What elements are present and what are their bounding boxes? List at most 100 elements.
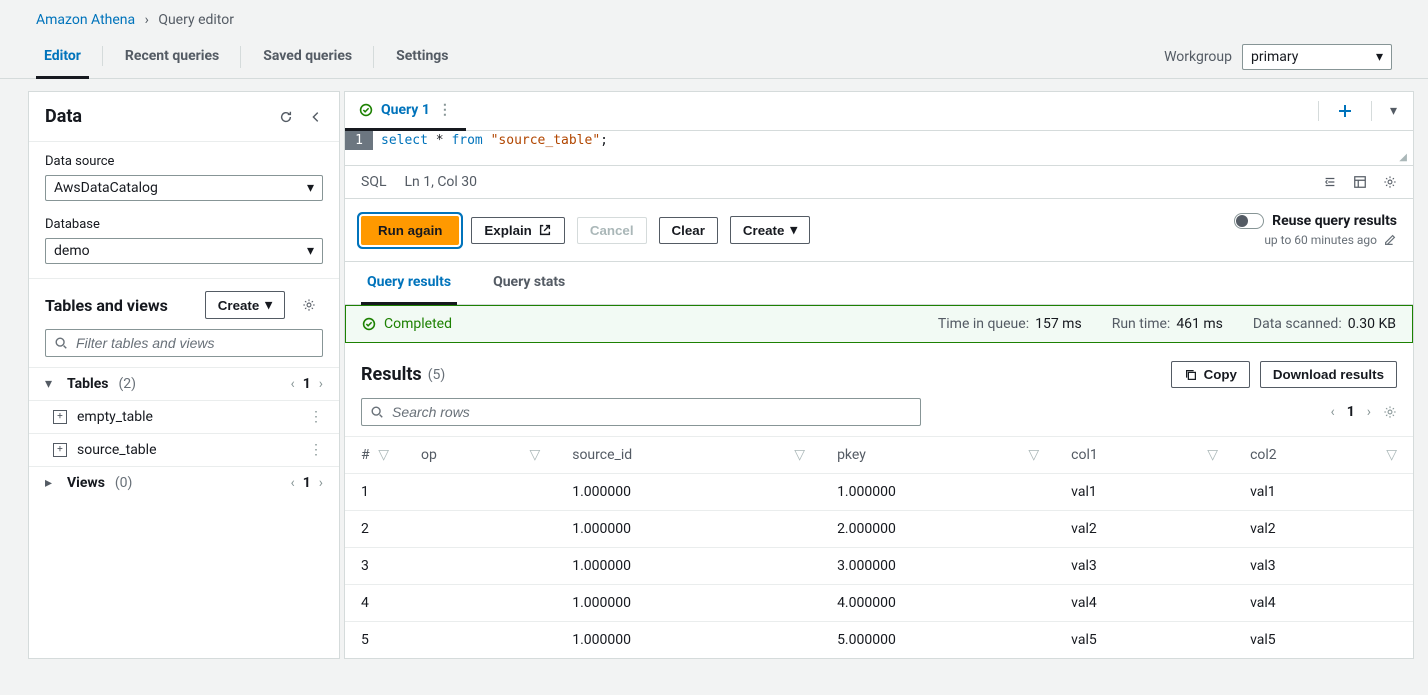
table-item[interactable]: + empty_table ⋮ (29, 400, 339, 433)
edit-icon[interactable] (1383, 233, 1397, 247)
table-row[interactable]: 51.0000005.000000val5val5 (345, 622, 1413, 659)
column-header[interactable]: #▽ (345, 437, 405, 474)
cursor-position: Ln 1, Col 30 (404, 174, 477, 190)
sort-icon[interactable]: ▽ (1207, 447, 1218, 463)
column-label: # (361, 447, 370, 463)
views-label: Views (67, 475, 105, 491)
column-label: source_id (572, 447, 632, 463)
prev-page-icon[interactable]: ‹ (291, 376, 295, 392)
explain-label: Explain (484, 223, 531, 238)
prev-page-icon[interactable]: ‹ (1331, 404, 1335, 420)
sql-text: ; (600, 133, 608, 148)
search-rows-input[interactable] (392, 404, 912, 420)
cell: 5 (345, 622, 405, 659)
table-row[interactable]: 21.0000002.000000val2val2 (345, 511, 1413, 548)
column-header[interactable]: op▽ (405, 437, 556, 474)
runtime-label: Run time: (1112, 316, 1171, 332)
cell: val2 (1234, 511, 1413, 548)
column-label: col2 (1250, 447, 1277, 463)
collapse-panel-icon[interactable] (309, 110, 323, 124)
tab-query-stats[interactable]: Query stats (487, 262, 571, 304)
next-page-icon[interactable]: › (319, 475, 323, 491)
editor-panel: Query 1 ⋮ ▾ 1 select * from "source_tabl… (344, 91, 1414, 659)
sql-editor[interactable]: 1 select * from "source_table"; ◢ (345, 131, 1413, 165)
sort-icon[interactable]: ▽ (794, 447, 805, 463)
status-banner: Completed Time in queue:157 ms Run time:… (345, 305, 1413, 343)
column-header[interactable]: source_id ▽ (556, 437, 821, 474)
filter-tables-input-wrap[interactable] (45, 329, 323, 357)
copy-button[interactable]: Copy (1171, 361, 1250, 388)
tables-group[interactable]: ▾ Tables (2) ‹ 1 › (29, 367, 339, 400)
query-tab-1[interactable]: Query 1 ⋮ (345, 92, 466, 131)
database-select[interactable]: demo ▾ (45, 238, 323, 264)
table-name: empty_table (77, 409, 153, 425)
next-page-icon[interactable]: › (319, 376, 323, 392)
table-item[interactable]: + source_table ⋮ (29, 433, 339, 466)
status-label: Completed (384, 316, 452, 332)
chevron-down-icon: ▾ (45, 376, 57, 392)
cell (405, 474, 556, 511)
data-source-label: Data source (45, 154, 323, 169)
sort-icon[interactable]: ▽ (1386, 447, 1397, 463)
reuse-toggle[interactable] (1234, 213, 1264, 229)
cell: val5 (1055, 622, 1234, 659)
tab-recent-queries[interactable]: Recent queries (117, 36, 227, 78)
resize-handle-icon[interactable]: ◢ (345, 150, 1413, 165)
create-button[interactable]: Create ▾ (730, 216, 810, 244)
column-header[interactable]: col2 ▽ (1234, 437, 1413, 474)
views-group[interactable]: ▸ Views (0) ‹ 1 › (29, 466, 339, 499)
cell: 1.000000 (556, 511, 821, 548)
kebab-icon[interactable]: ⋮ (309, 442, 323, 458)
success-icon (359, 103, 373, 117)
gear-icon[interactable] (1383, 175, 1397, 189)
expand-icon[interactable]: + (53, 443, 67, 457)
sort-icon[interactable]: ▽ (378, 447, 389, 463)
format-icon[interactable] (1323, 175, 1337, 189)
run-button[interactable]: Run again (361, 216, 459, 245)
tab-settings[interactable]: Settings (388, 36, 456, 78)
refresh-icon[interactable] (279, 110, 293, 124)
caret-down-icon: ▾ (265, 297, 272, 313)
download-results-button[interactable]: Download results (1260, 361, 1397, 388)
cell: 4 (345, 585, 405, 622)
workgroup-label: Workgroup (1164, 49, 1232, 65)
cell: val4 (1055, 585, 1234, 622)
prev-page-icon[interactable]: ‹ (291, 475, 295, 491)
table-row[interactable]: 31.0000003.000000val3val3 (345, 548, 1413, 585)
column-header[interactable]: col1▽ (1055, 437, 1234, 474)
column-header[interactable]: pkey▽ (821, 437, 1055, 474)
sort-icon[interactable]: ▽ (529, 447, 540, 463)
sql-code[interactable]: select * from "source_table"; (373, 131, 616, 150)
cell: 1.000000 (556, 548, 821, 585)
kebab-icon[interactable]: ⋮ (438, 102, 452, 118)
table-row[interactable]: 11.0000001.000000val1val1 (345, 474, 1413, 511)
layout-icon[interactable] (1353, 175, 1367, 189)
tables-label: Tables (67, 376, 108, 392)
gear-icon[interactable] (1383, 405, 1397, 419)
action-bar: Run again Explain Cancel Clear Create ▾ … (345, 199, 1413, 262)
cell (405, 585, 556, 622)
tab-saved-queries[interactable]: Saved queries (255, 36, 360, 78)
results-page: 1 (1347, 404, 1355, 420)
explain-button[interactable]: Explain (471, 217, 564, 244)
next-page-icon[interactable]: › (1367, 404, 1371, 420)
breadcrumb-service[interactable]: Amazon Athena (36, 12, 135, 28)
cell: 3 (345, 548, 405, 585)
data-source-select[interactable]: AwsDataCatalog ▾ (45, 175, 323, 201)
kebab-icon[interactable]: ⋮ (309, 409, 323, 425)
add-query-tab-icon[interactable] (1327, 97, 1363, 125)
filter-tables-input[interactable] (76, 335, 314, 351)
expand-icon[interactable]: + (53, 410, 67, 424)
workgroup-select[interactable]: primary ▾ (1242, 44, 1392, 70)
search-rows-wrap[interactable] (361, 398, 921, 426)
tab-editor[interactable]: Editor (36, 36, 89, 79)
clear-button[interactable]: Clear (659, 217, 718, 244)
sort-icon[interactable]: ▽ (1028, 447, 1039, 463)
create-table-button[interactable]: Create ▾ (205, 291, 285, 319)
tab-query-results[interactable]: Query results (361, 262, 457, 305)
tab-options-icon[interactable]: ▾ (1380, 97, 1407, 125)
gear-icon[interactable] (295, 291, 323, 319)
table-row[interactable]: 41.0000004.000000val4val4 (345, 585, 1413, 622)
search-icon (370, 405, 384, 419)
reuse-results: Reuse query results up to 60 minutes ago (1234, 213, 1397, 247)
